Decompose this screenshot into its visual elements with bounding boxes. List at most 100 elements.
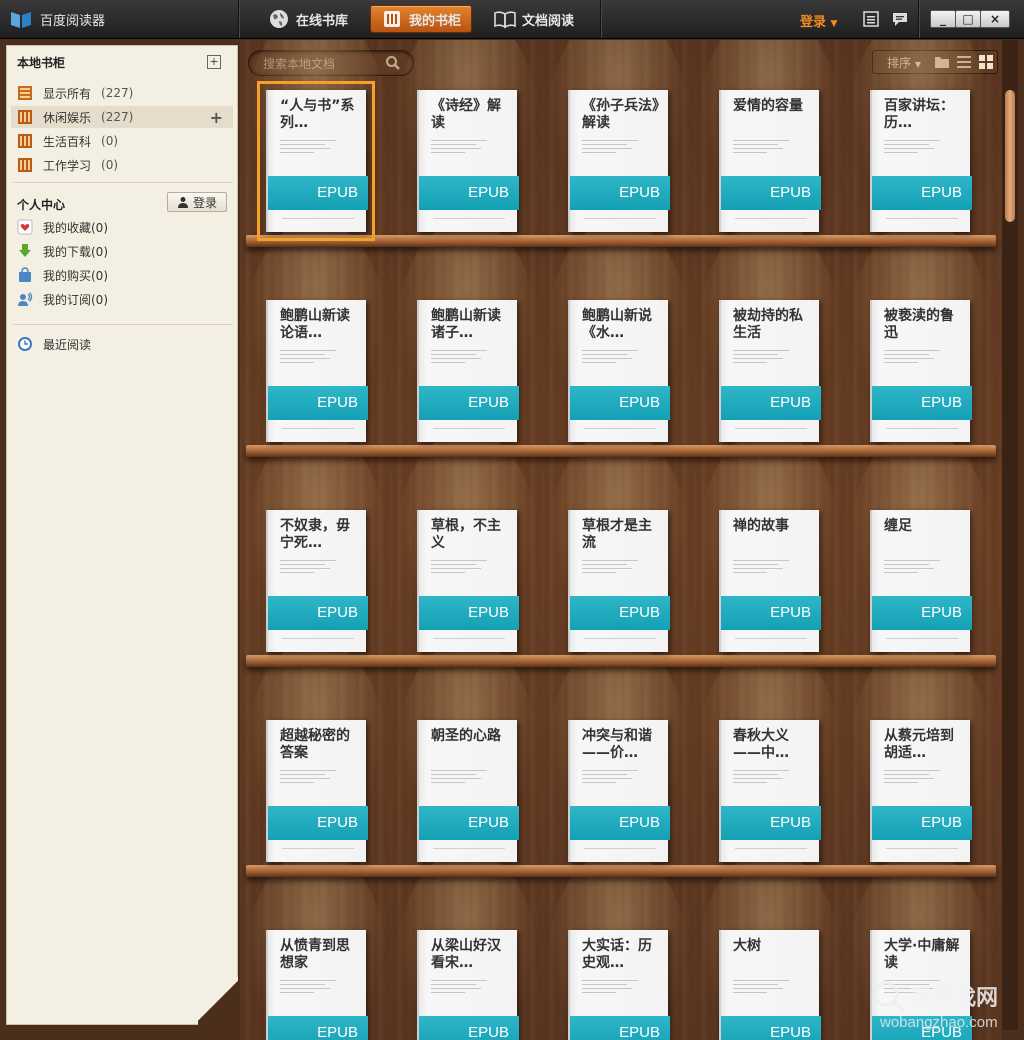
- book-cover[interactable]: 百家讲坛：历… EPUB: [870, 90, 972, 232]
- book-title: 草根，不主义: [431, 518, 501, 551]
- book-format: EPUB: [921, 814, 962, 831]
- maximize-button[interactable]: □: [955, 10, 981, 28]
- page-curl: [198, 977, 238, 1025]
- menu-list-icon[interactable]: [862, 10, 880, 28]
- book-title: 不奴隶，毋宁死…: [280, 518, 350, 551]
- book-format: EPUB: [770, 1024, 811, 1040]
- book-cover-lines: [884, 770, 940, 786]
- book-cover-footer: [886, 428, 958, 429]
- book-cover[interactable]: 草根才是主流 EPUB: [568, 510, 670, 652]
- sidebar-login-button[interactable]: 登录: [167, 192, 227, 212]
- book-title: 被亵渎的鲁迅: [884, 308, 954, 341]
- book-cover-footer: [282, 638, 354, 639]
- shelf-icon: [18, 158, 32, 172]
- book-cover[interactable]: 《诗经》解读 EPUB: [417, 90, 519, 232]
- book-cover[interactable]: 鲍鹏山新读诸子… EPUB: [417, 300, 519, 442]
- sidebar-item-purchases[interactable]: 我的购买(0): [11, 264, 233, 286]
- book-cover[interactable]: 草根，不主义 EPUB: [417, 510, 519, 652]
- book-format-band: EPUB: [419, 596, 519, 630]
- login-link[interactable]: 登录 ▼: [800, 11, 837, 30]
- book-format-band: EPUB: [268, 806, 368, 840]
- chevron-down-icon: ▼: [830, 19, 838, 29]
- add-shelf-button[interactable]: +: [207, 55, 221, 69]
- book-format-band: EPUB: [268, 1016, 368, 1040]
- book-format: EPUB: [317, 814, 358, 831]
- shelf-icon: [18, 134, 32, 148]
- book-cover[interactable]: 《孙子兵法》解读 EPUB: [568, 90, 670, 232]
- book-title: 鲍鹏山新读论语…: [280, 308, 350, 341]
- close-button[interactable]: ×: [980, 10, 1010, 28]
- tab-my-bookshelf[interactable]: 我的书柜: [370, 5, 472, 33]
- book-cover-lines: [582, 140, 638, 156]
- bookshelf-area: 排序 ▼ “人与书”系列…EPUB《诗经》解读EPUB《孙子兵法》解读EPUB爱…: [240, 40, 1002, 1040]
- book-cover[interactable]: 从蔡元培到胡适… EPUB: [870, 720, 972, 862]
- book-format-band: EPUB: [570, 1016, 670, 1040]
- sidebar-item-work[interactable]: 工作学习 (0): [11, 154, 233, 176]
- shelf-plank: [246, 865, 996, 877]
- book-title: 朝圣的心路: [431, 728, 501, 744]
- sidebar-item-downloads[interactable]: 我的下载(0): [11, 240, 233, 262]
- book-cover[interactable]: 缠足 EPUB: [870, 510, 972, 652]
- book-cover[interactable]: 从愤青到思想家 EPUB: [266, 930, 368, 1040]
- tab-document-reading-label: 文档阅读: [522, 13, 575, 29]
- book-cover[interactable]: 鲍鹏山新读论语… EPUB: [266, 300, 368, 442]
- bookshelf-icon: [381, 8, 403, 30]
- book-cover-footer: [584, 848, 656, 849]
- book-cover[interactable]: 春秋大义——中… EPUB: [719, 720, 821, 862]
- book-cover-footer: [735, 638, 807, 639]
- book-cover[interactable]: 超越秘密的答案 EPUB: [266, 720, 368, 862]
- scrollbar-thumb[interactable]: [1005, 90, 1015, 222]
- book-cover[interactable]: 从梁山好汉看宋… EPUB: [417, 930, 519, 1040]
- sidebar-item-favorites[interactable]: 我的收藏(0): [11, 216, 233, 238]
- book-cover-lines: [280, 980, 336, 996]
- sidebar-item-subscriptions[interactable]: 我的订阅(0): [11, 288, 233, 310]
- book-cover[interactable]: 鲍鹏山新说《水… EPUB: [568, 300, 670, 442]
- message-icon[interactable]: [891, 10, 909, 28]
- book-cover-footer: [584, 218, 656, 219]
- globe-icon: [268, 8, 290, 30]
- book-title: 鲍鹏山新读诸子…: [431, 308, 501, 341]
- search-icon[interactable]: [385, 55, 401, 71]
- download-arrow-icon: [19, 244, 31, 257]
- book-title: 百家讲坛：历…: [884, 98, 954, 131]
- minimize-button[interactable]: _: [930, 10, 956, 28]
- sidebar-item-show-all[interactable]: 显示所有 (227): [11, 82, 233, 104]
- clock-icon: [18, 337, 32, 351]
- vertical-scrollbar[interactable]: [1002, 40, 1018, 1030]
- tab-online-library[interactable]: 在线书库: [258, 5, 362, 33]
- sidebar-item-leisure[interactable]: 休闲娱乐 (227) +: [11, 106, 233, 128]
- book-cover[interactable]: 冲突与和谐——价… EPUB: [568, 720, 670, 862]
- tab-document-reading[interactable]: 文档阅读: [484, 5, 588, 33]
- book-format-band: EPUB: [419, 806, 519, 840]
- book-format: EPUB: [770, 184, 811, 201]
- user-icon: [177, 197, 188, 208]
- add-book-button[interactable]: +: [210, 108, 223, 127]
- book-format: EPUB: [317, 394, 358, 411]
- book-cover-lines: [280, 140, 336, 156]
- book-title: 大实话：历史观…: [582, 938, 652, 971]
- magnifier-logo-icon: [873, 981, 906, 1014]
- book-cover[interactable]: 朝圣的心路 EPUB: [417, 720, 519, 862]
- book-format: EPUB: [317, 1024, 358, 1040]
- shopping-bag-icon: [19, 267, 31, 282]
- book-cover[interactable]: 被亵渎的鲁迅 EPUB: [870, 300, 972, 442]
- sidebar-item-life[interactable]: 生活百科 (0): [11, 130, 233, 152]
- book-format-band: EPUB: [721, 1016, 821, 1040]
- book-cover-footer: [886, 638, 958, 639]
- book-cover[interactable]: 禅的故事 EPUB: [719, 510, 821, 652]
- book-title: 《诗经》解读: [431, 98, 501, 131]
- book-cover-footer: [433, 848, 505, 849]
- book-title: 缠足: [884, 518, 912, 534]
- book-cover[interactable]: 被劫持的私生活 EPUB: [719, 300, 821, 442]
- book-cover[interactable]: “人与书”系列… EPUB: [257, 81, 375, 241]
- tab-my-bookshelf-label: 我的书柜: [409, 13, 462, 29]
- sidebar-item-recent[interactable]: 最近阅读: [11, 333, 233, 355]
- app-title: 百度阅读器: [40, 14, 106, 29]
- book-format: EPUB: [468, 394, 509, 411]
- book-cover[interactable]: 大树 EPUB: [719, 930, 821, 1040]
- book-cover[interactable]: 爱情的容量 EPUB: [719, 90, 821, 232]
- book-cover-footer: [282, 848, 354, 849]
- book-cover[interactable]: 不奴隶，毋宁死… EPUB: [266, 510, 368, 652]
- book-cover[interactable]: 大实话：历史观… EPUB: [568, 930, 670, 1040]
- book-format: EPUB: [921, 604, 962, 621]
